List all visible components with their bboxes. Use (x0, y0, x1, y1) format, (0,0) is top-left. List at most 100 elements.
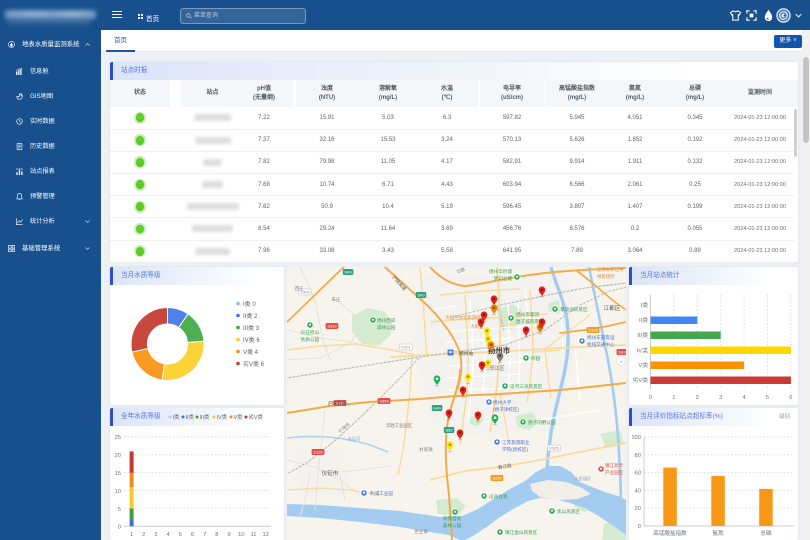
svg-text:60: 60 (635, 471, 641, 477)
svg-text:S353: S353 (379, 399, 389, 404)
svg-text:4: 4 (166, 532, 170, 538)
svg-text:学院(新校区): 学院(新校区) (502, 446, 528, 453)
svg-text:瓜洲古渡: 瓜洲古渡 (489, 493, 508, 500)
svg-text:1: 1 (130, 532, 133, 538)
svg-text:S326: S326 (618, 350, 626, 355)
svg-text:III类: III类 (200, 413, 210, 421)
svg-text:5: 5 (118, 507, 121, 513)
svg-text:劣V类 6: 劣V类 6 (243, 360, 265, 368)
svg-text:(扬子津校区): (扬子津校区) (493, 406, 519, 413)
svg-text:西庄: 西庄 (295, 285, 304, 292)
svg-text:S236: S236 (492, 476, 502, 481)
svg-text:江都区: 江都区 (604, 305, 621, 312)
svg-text:江苏旅游职业: 江苏旅游职业 (502, 439, 530, 446)
svg-text:S82: S82 (445, 428, 453, 433)
svg-text:森林公园: 森林公园 (377, 324, 396, 331)
svg-text:氨氮: 氨氮 (712, 529, 724, 537)
svg-text:6: 6 (191, 532, 194, 538)
svg-text:G40: G40 (433, 406, 441, 411)
svg-text:I类: I类 (173, 413, 180, 421)
svg-text:II类: II类 (639, 316, 648, 324)
svg-text:扬州大学: 扬州大学 (493, 399, 512, 406)
svg-text:镇江金山风景区: 镇江金山风景区 (505, 529, 538, 536)
svg-text:0: 0 (649, 395, 652, 401)
svg-text:I类: I类 (641, 301, 649, 309)
svg-text:20: 20 (115, 453, 121, 459)
svg-text:扬州站: 扬州站 (459, 350, 474, 357)
svg-text:闸管理所: 闸管理所 (597, 273, 615, 280)
svg-text:IV类: IV类 (637, 347, 648, 355)
svg-text:仪征市: 仪征市 (322, 469, 339, 477)
svg-text:5: 5 (766, 395, 769, 401)
svg-text:S49: S49 (417, 293, 425, 298)
svg-text:梦幻之城: 梦幻之城 (494, 275, 513, 282)
svg-text:焦山风景区: 焦山风景区 (557, 508, 580, 515)
svg-text:高锰酸盐指数: 高锰酸盐指数 (653, 529, 687, 537)
svg-text:I类 0: I类 0 (243, 300, 256, 308)
svg-text:地质公园: 地质公园 (301, 336, 320, 343)
svg-text:8: 8 (215, 532, 218, 538)
svg-text:润扬湿地: 润扬湿地 (443, 515, 462, 522)
svg-text:劣V类: 劣V类 (633, 376, 649, 384)
svg-text:II类 2: II类 2 (243, 312, 258, 320)
svg-text:III类: III类 (637, 331, 648, 339)
svg-text:运河三湾风景区: 运河三湾风景区 (510, 383, 543, 390)
svg-text:II类: II类 (186, 413, 195, 421)
svg-text:100: 100 (631, 435, 641, 441)
svg-text:›: › (620, 360, 622, 366)
svg-text:0: 0 (638, 524, 641, 530)
svg-text:10: 10 (238, 532, 244, 538)
svg-text:3: 3 (154, 532, 157, 538)
svg-text:沪陕高速: 沪陕高速 (328, 400, 347, 407)
svg-text:森林公园: 森林公园 (443, 522, 462, 529)
svg-text:12: 12 (262, 532, 268, 538)
svg-text:6: 6 (789, 395, 792, 401)
svg-text:1: 1 (672, 395, 675, 401)
svg-text:镇江新卡: 镇江新卡 (605, 462, 624, 469)
svg-text:扬州市蜀冈: 扬州市蜀冈 (516, 311, 539, 318)
svg-text:何园: 何园 (531, 355, 541, 362)
svg-text:K201: K201 (401, 345, 411, 350)
svg-text:9: 9 (227, 532, 230, 538)
svg-text:扬州东部客运: 扬州东部客运 (587, 334, 615, 341)
svg-text:扬州华侨城: 扬州华侨城 (489, 268, 512, 275)
svg-text:15: 15 (115, 471, 121, 477)
svg-text:V类: V类 (234, 413, 244, 421)
svg-text:2: 2 (142, 532, 145, 538)
svg-text:10: 10 (115, 489, 121, 495)
svg-text:扬州西郊: 扬州西郊 (377, 317, 396, 324)
svg-text:4: 4 (742, 395, 746, 401)
svg-text:V类: V类 (638, 361, 648, 369)
svg-text:世业镇: 世业镇 (414, 528, 428, 535)
svg-text:华胜工业园区: 华胜工业园区 (386, 422, 413, 429)
svg-text:0: 0 (118, 525, 121, 531)
svg-text:扬子闰野公园: 扬子闰野公园 (528, 419, 556, 426)
svg-text:邗江区: 邗江区 (489, 365, 504, 372)
svg-text:吉运河: 吉运河 (348, 435, 361, 442)
svg-text:IV类 6: IV类 6 (243, 336, 260, 344)
svg-text:产业园区: 产业园区 (605, 469, 624, 476)
svg-text:利浦工业园: 利浦工业园 (370, 490, 393, 497)
svg-text:S49: S49 (344, 270, 352, 275)
svg-text:S328: S328 (588, 328, 598, 333)
svg-text:40: 40 (635, 488, 641, 494)
svg-text:25: 25 (115, 435, 121, 441)
svg-text:3: 3 (719, 395, 722, 401)
svg-text:IV类: IV类 (217, 413, 228, 421)
svg-text:总磷: 总磷 (760, 529, 772, 537)
svg-text:朱庄: 朱庄 (332, 296, 341, 303)
svg-text:20: 20 (635, 506, 641, 512)
svg-text:茱萸湾风景区: 茱萸湾风景区 (560, 306, 588, 313)
svg-text:朴席镇: 朴席镇 (419, 446, 433, 453)
svg-text:大运河文化旅游区: 大运河文化旅游区 (445, 314, 481, 321)
svg-text:11: 11 (250, 532, 256, 538)
svg-text:劣V类: 劣V类 (249, 413, 264, 421)
svg-text:III类 3: III类 3 (243, 324, 260, 332)
svg-text:5: 5 (179, 532, 182, 538)
svg-text:仪征捺山: 仪征捺山 (301, 329, 320, 336)
svg-text:枢纽交通中心: 枢纽交通中心 (587, 341, 615, 348)
svg-text:80: 80 (635, 453, 641, 459)
svg-text:V类 4: V类 4 (243, 348, 259, 356)
svg-text:K305: K305 (549, 446, 559, 451)
svg-text:2: 2 (696, 395, 699, 401)
